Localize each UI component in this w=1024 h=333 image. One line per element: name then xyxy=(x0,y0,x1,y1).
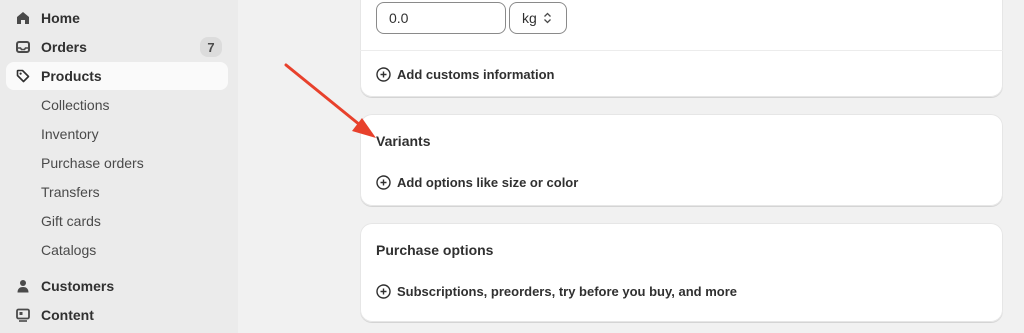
sidebar-item-home[interactable]: Home xyxy=(6,4,228,32)
variants-card: Variants Add options like size or color xyxy=(360,114,1003,206)
sidebar-subitem-catalogs[interactable]: Catalogs xyxy=(6,237,228,263)
sidebar-item-label: Products xyxy=(41,68,102,84)
sidebar-item-label: Orders xyxy=(41,39,87,55)
purchase-options-action-label: Subscriptions, preorders, try before you… xyxy=(397,284,737,299)
sidebar-subitem-label: Transfers xyxy=(41,184,100,200)
tag-icon xyxy=(16,69,30,83)
sidebar-subitem-transfers[interactable]: Transfers xyxy=(6,179,228,205)
sidebar-subitem-collections[interactable]: Collections xyxy=(6,92,228,118)
sidebar-item-content[interactable]: Content xyxy=(6,301,228,329)
sidebar-subitem-label: Collections xyxy=(41,97,110,113)
purchase-options-action-button[interactable]: Subscriptions, preorders, try before you… xyxy=(376,284,737,299)
purchase-options-title: Purchase options xyxy=(376,242,494,258)
weight-unit-value: kg xyxy=(522,10,537,26)
chevron-up-down-icon xyxy=(543,11,552,25)
add-customs-information-button[interactable]: Add customs information xyxy=(376,67,554,82)
orders-inbox-icon xyxy=(16,40,30,54)
sidebar-item-label: Customers xyxy=(41,278,115,294)
sidebar: Home Orders 7 Products Collections Inven… xyxy=(0,0,238,333)
sidebar-subitem-purchase-orders[interactable]: Purchase orders xyxy=(6,150,228,176)
sidebar-item-customers[interactable]: Customers xyxy=(6,272,228,300)
sidebar-subitem-label: Catalogs xyxy=(41,242,97,258)
add-options-button[interactable]: Add options like size or color xyxy=(376,175,578,190)
weight-input[interactable]: 0.0 xyxy=(376,2,506,34)
plus-circle-icon xyxy=(376,67,391,82)
orders-count-badge: 7 xyxy=(200,37,222,57)
weight-unit-select[interactable]: kg xyxy=(509,2,567,34)
sidebar-subitem-inventory[interactable]: Inventory xyxy=(6,121,228,147)
sidebar-item-products[interactable]: Products xyxy=(6,62,228,90)
sidebar-subitem-label: Purchase orders xyxy=(41,155,144,171)
shipping-card: 0.0 kg Add customs information xyxy=(360,0,1003,97)
sidebar-subitem-label: Gift cards xyxy=(41,213,101,229)
add-options-label: Add options like size or color xyxy=(397,175,579,190)
sidebar-item-orders[interactable]: Orders 7 xyxy=(6,33,228,61)
sidebar-subitem-label: Inventory xyxy=(41,126,99,142)
person-icon xyxy=(16,279,30,293)
variants-title: Variants xyxy=(376,133,431,149)
sidebar-item-label: Home xyxy=(41,10,80,26)
sidebar-item-label: Content xyxy=(41,307,94,323)
purchase-options-card: Purchase options Subscriptions, preorder… xyxy=(360,223,1003,322)
weight-value: 0.0 xyxy=(389,10,409,26)
content-icon xyxy=(16,308,30,322)
home-icon xyxy=(16,11,30,25)
add-customs-information-label: Add customs information xyxy=(397,67,555,82)
sidebar-subitem-gift-cards[interactable]: Gift cards xyxy=(6,208,228,234)
divider xyxy=(360,50,1003,51)
plus-circle-icon xyxy=(376,175,391,190)
plus-circle-icon xyxy=(376,284,391,299)
